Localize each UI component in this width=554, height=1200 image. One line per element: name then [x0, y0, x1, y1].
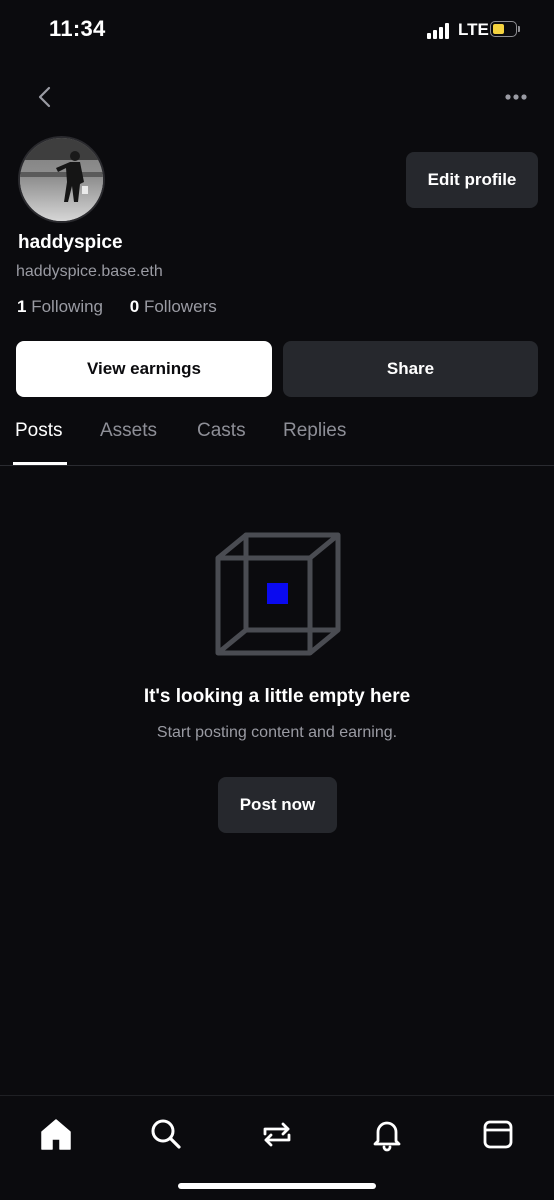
back-button[interactable] — [30, 80, 62, 114]
more-dots-icon — [505, 94, 527, 100]
avatar[interactable] — [18, 136, 105, 223]
swap-icon — [263, 1122, 291, 1147]
tab-casts[interactable]: Casts — [197, 420, 246, 442]
nav-wallet[interactable] — [478, 1114, 518, 1154]
chevron-left-icon — [38, 86, 51, 108]
bell-icon — [373, 1121, 401, 1152]
signal-icon — [427, 23, 453, 39]
search-icon — [151, 1119, 181, 1149]
following-label: Following — [31, 297, 104, 316]
share-button[interactable]: Share — [283, 341, 538, 397]
edit-profile-button[interactable]: Edit profile — [406, 152, 538, 208]
followers-label: Followers — [143, 297, 217, 316]
empty-cube-icon — [215, 532, 341, 656]
tab-assets[interactable]: Assets — [100, 420, 157, 442]
more-options-button[interactable] — [498, 82, 534, 112]
network-label: LTE — [458, 20, 489, 39]
empty-state-title: It's looking a little empty here — [143, 686, 411, 707]
avatar-photo — [20, 138, 103, 221]
nav-swap[interactable] — [257, 1114, 297, 1154]
view-earnings-button[interactable]: View earnings — [16, 341, 272, 397]
profile-tabs: Posts Assets Casts Replies — [0, 410, 554, 466]
follow-stats: 1 Following 0 Followers — [17, 297, 239, 317]
ens-name: haddyspice.base.eth — [16, 263, 163, 280]
following-count: 1 — [17, 297, 27, 316]
status-time: 11:34 — [49, 16, 106, 41]
following-link[interactable]: 1 Following — [17, 297, 103, 317]
followers-link[interactable]: 0 Followers — [130, 297, 217, 317]
status-bar: 11:34 LTE — [0, 0, 554, 60]
active-tab-indicator — [13, 462, 67, 465]
tab-posts[interactable]: Posts — [15, 420, 63, 442]
post-now-button[interactable]: Post now — [218, 777, 337, 833]
profile-screen: 11:34 LTE Edit profile haddyspice haddys… — [0, 0, 554, 1200]
nav-notifications[interactable] — [367, 1114, 407, 1154]
wallet-icon — [483, 1120, 513, 1149]
username: haddyspice — [18, 232, 123, 253]
home-indicator — [178, 1183, 376, 1189]
tab-replies[interactable]: Replies — [283, 420, 346, 442]
followers-count: 0 — [129, 297, 140, 316]
nav-search[interactable] — [146, 1114, 186, 1154]
empty-state-subtitle: Start posting content and earning. — [156, 724, 398, 741]
home-icon — [41, 1119, 71, 1150]
nav-home[interactable] — [36, 1114, 76, 1154]
battery-icon — [490, 21, 520, 37]
